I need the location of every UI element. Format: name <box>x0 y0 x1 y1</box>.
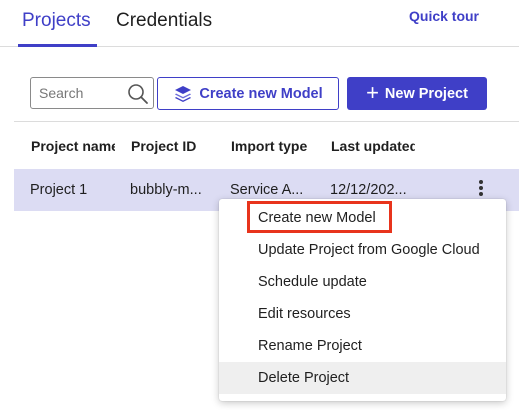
create-new-model-label: Create new Model <box>199 85 323 102</box>
cell-import-type: Service A... <box>230 182 304 198</box>
menu-item-create-new-model[interactable]: Create new Model <box>219 202 506 234</box>
table-divider <box>14 121 519 122</box>
tab-credentials[interactable]: Credentials <box>116 10 212 32</box>
column-header-last-updated[interactable]: Last updated <box>331 138 415 154</box>
cell-project-name: Project 1 <box>30 182 88 198</box>
cell-last-updated: 12/12/202... <box>330 182 407 198</box>
column-header-project-id[interactable]: Project ID <box>131 138 196 154</box>
menu-item-schedule-update[interactable]: Schedule update <box>219 266 506 298</box>
search-input[interactable] <box>31 85 123 101</box>
projects-page: Projects Credentials Quick tour Create n… <box>0 0 519 410</box>
menu-item-edit-resources[interactable]: Edit resources <box>219 298 506 330</box>
layers-icon <box>175 85 192 102</box>
menu-item-update-project[interactable]: Update Project from Google Cloud <box>219 234 506 266</box>
new-project-button[interactable]: + New Project <box>347 77 487 110</box>
tab-projects[interactable]: Projects <box>22 10 91 32</box>
cell-project-id: bubbly-m... <box>130 182 202 198</box>
row-context-menu: Create new Model Update Project from Goo… <box>219 199 506 401</box>
active-tab-indicator <box>18 44 97 47</box>
new-project-label: New Project <box>384 85 468 102</box>
plus-icon: + <box>366 79 379 105</box>
search-box[interactable] <box>30 77 154 109</box>
quick-tour-link[interactable]: Quick tour <box>409 8 479 24</box>
column-header-import-type[interactable]: Import type <box>231 138 307 154</box>
more-options-icon[interactable] <box>474 178 488 200</box>
create-new-model-button[interactable]: Create new Model <box>157 77 339 110</box>
search-icon[interactable] <box>127 83 149 105</box>
menu-item-rename-project[interactable]: Rename Project <box>219 330 506 362</box>
column-header-project-name[interactable]: Project name <box>31 138 115 154</box>
menu-item-delete-project[interactable]: Delete Project <box>219 362 506 394</box>
